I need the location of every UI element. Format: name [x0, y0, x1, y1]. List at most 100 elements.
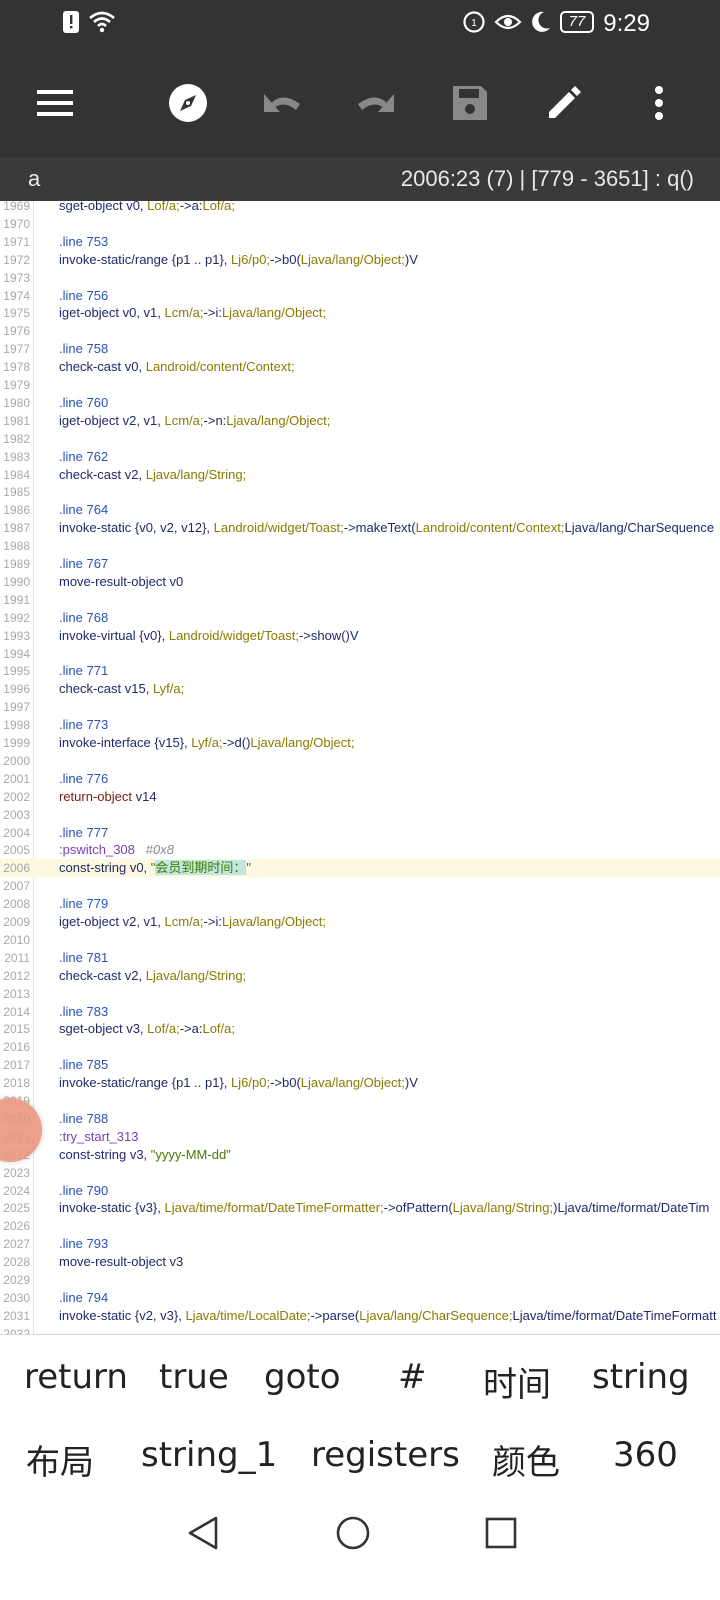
code-line[interactable]: 2007: [0, 877, 720, 895]
code-line[interactable]: 2010: [0, 931, 720, 949]
code-line[interactable]: 2013: [0, 985, 720, 1003]
code-line[interactable]: 1977 .line 758: [0, 340, 720, 358]
code-line[interactable]: 1970: [0, 215, 720, 233]
code-line[interactable]: 2015 sget-object v3, Lof/a;->a:Lof/a;: [0, 1020, 720, 1038]
code-line[interactable]: 2029: [0, 1271, 720, 1289]
code-line[interactable]: 1994: [0, 645, 720, 663]
code-text: .line 777: [59, 824, 109, 840]
code-line[interactable]: 1975 iget-object v0, v1, Lcm/a;->i:Ljava/…: [0, 304, 720, 322]
code-line[interactable]: 2025 invoke-static {v3}, Ljava/time/forma…: [0, 1199, 720, 1217]
code-line[interactable]: 1980 .line 760: [0, 394, 720, 412]
code-line[interactable]: 2001 .line 776: [0, 770, 720, 788]
code-line[interactable]: 2022const-string v3, "yyyy-MM-dd": [0, 1146, 720, 1164]
quick-key[interactable]: registers: [311, 1435, 460, 1475]
code-line[interactable]: 1989 .line 767: [0, 555, 720, 573]
code-line[interactable]: 1982: [0, 430, 720, 448]
code-line[interactable]: 2030 .line 794: [0, 1289, 720, 1307]
code-line[interactable]: 2004 .line 777: [0, 824, 720, 842]
code-line[interactable]: 1976: [0, 322, 720, 340]
code-line[interactable]: 2014 .line 783: [0, 1003, 720, 1021]
code-line[interactable]: 2016: [0, 1038, 720, 1056]
code-text: .line 768: [59, 609, 109, 625]
line-number: 1984: [3, 467, 30, 482]
code-line[interactable]: 1992 .line 768: [0, 609, 720, 627]
battery-indicator: 77: [560, 11, 594, 33]
code-line[interactable]: 1990 move-result-object v0: [0, 573, 720, 591]
code-line[interactable]: 1993 invoke-virtual {v0}, Landroid/widget…: [0, 627, 720, 645]
code-line[interactable]: 1998 .line 773: [0, 716, 720, 734]
quick-key[interactable]: 颜色: [492, 1435, 560, 1484]
quick-key[interactable]: #: [398, 1357, 427, 1397]
code-line[interactable]: 2012 check-cast v2, Ljava/lang/String;: [0, 967, 720, 985]
code-line[interactable]: 2027 .line 793: [0, 1235, 720, 1253]
code-line[interactable]: 2032: [0, 1325, 720, 1334]
code-line[interactable]: 1999 invoke-interface {v15}, Lyf/a;->d()L…: [0, 734, 720, 752]
code-line[interactable]: 2028 move-result-object v3: [0, 1253, 720, 1271]
save-button[interactable]: [447, 80, 493, 126]
code-line[interactable]: 2003: [0, 806, 720, 824]
code-line[interactable]: 1979: [0, 376, 720, 394]
undo-button[interactable]: [259, 80, 305, 126]
code-line[interactable]: 1986 .line 764: [0, 501, 720, 519]
quick-key[interactable]: goto: [264, 1357, 341, 1397]
code-line[interactable]: 2017 .line 785: [0, 1056, 720, 1074]
code-line[interactable]: 1987 invoke-static {v0, v2, v12}, Landroi…: [0, 519, 720, 537]
code-line[interactable]: 1995 .line 771: [0, 662, 720, 680]
code-line[interactable]: 1972 invoke-static/range {p1 .. p1}, Lj6/…: [0, 251, 720, 269]
code-line[interactable]: 1991: [0, 591, 720, 609]
quick-key[interactable]: 360: [613, 1435, 678, 1475]
code-line[interactable]: 2002 return-object v14: [0, 788, 720, 806]
recents-button[interactable]: [476, 1508, 526, 1558]
compass-icon: [169, 84, 207, 122]
code-line[interactable]: 2026: [0, 1217, 720, 1235]
code-line[interactable]: 2011 .line 781: [0, 949, 720, 967]
code-line[interactable]: 1983 .line 762: [0, 448, 720, 466]
data-saver-icon: 1: [463, 11, 485, 33]
quick-key[interactable]: string: [592, 1357, 690, 1397]
menu-button[interactable]: [32, 80, 78, 126]
code-line[interactable]: 1984 check-cast v2, Ljava/lang/String;: [0, 466, 720, 484]
code-line[interactable]: 1969 sget-object v0, Lof/a;->a:Lof/a;: [0, 201, 720, 215]
line-number: 2010: [3, 932, 30, 947]
navigate-button[interactable]: [165, 80, 211, 126]
code-line[interactable]: 2006 const-string v0, "会员到期时间：": [0, 859, 720, 878]
back-icon: [188, 1516, 218, 1550]
code-line[interactable]: 2000: [0, 752, 720, 770]
quick-key[interactable]: string_1: [141, 1435, 277, 1475]
code-line[interactable]: 2031 invoke-static {v2, v3}, Ljava/time/L…: [0, 1307, 720, 1325]
quick-key[interactable]: true: [159, 1357, 229, 1397]
code-line[interactable]: 2021:try_start_313: [0, 1128, 720, 1146]
code-line[interactable]: 1974 .line 756: [0, 287, 720, 305]
line-number: 2006: [3, 861, 30, 876]
edit-button[interactable]: [541, 80, 587, 126]
code-line[interactable]: 1978 check-cast v0, Landroid/content/Cont…: [0, 358, 720, 376]
code-line[interactable]: 2020.line 788: [0, 1110, 720, 1128]
back-button[interactable]: [178, 1508, 228, 1558]
code-editor[interactable]: 1969 sget-object v0, Lof/a;->a:Lof/a; 1970…: [0, 201, 720, 1334]
code-line[interactable]: 2005:pswitch_308 #0x8: [0, 841, 720, 859]
code-line[interactable]: 2023: [0, 1164, 720, 1182]
quick-key[interactable]: 布局: [26, 1435, 94, 1484]
code-line[interactable]: 2024 .line 790: [0, 1182, 720, 1200]
line-number: 2016: [3, 1040, 30, 1055]
recents-icon: [485, 1517, 517, 1549]
code-text: .line 781: [59, 949, 109, 965]
quick-key[interactable]: 时间: [483, 1357, 551, 1406]
code-line[interactable]: 2009 iget-object v2, v1, Lcm/a;->i:Ljava/…: [0, 913, 720, 931]
more-options-button[interactable]: [636, 80, 682, 126]
redo-button[interactable]: [353, 80, 399, 126]
code-line[interactable]: 1971 .line 753: [0, 233, 720, 251]
code-line[interactable]: 2008 .line 779: [0, 895, 720, 913]
code-line[interactable]: 2019: [0, 1092, 720, 1110]
code-line[interactable]: 1981 iget-object v2, v1, Lcm/a;->n:Ljava/…: [0, 412, 720, 430]
home-button[interactable]: [328, 1508, 378, 1558]
code-line[interactable]: 1997: [0, 698, 720, 716]
code-line[interactable]: 1996 check-cast v15, Lyf/a;: [0, 680, 720, 698]
quick-key[interactable]: return: [24, 1357, 128, 1397]
code-line[interactable]: 2018 invoke-static/range {p1 .. p1}, Lj6/…: [0, 1074, 720, 1092]
code-line[interactable]: 1988: [0, 537, 720, 555]
code-line[interactable]: 1985: [0, 483, 720, 501]
code-line[interactable]: 1973: [0, 269, 720, 287]
line-number: 1975: [3, 306, 30, 321]
line-number: 1997: [3, 700, 30, 715]
